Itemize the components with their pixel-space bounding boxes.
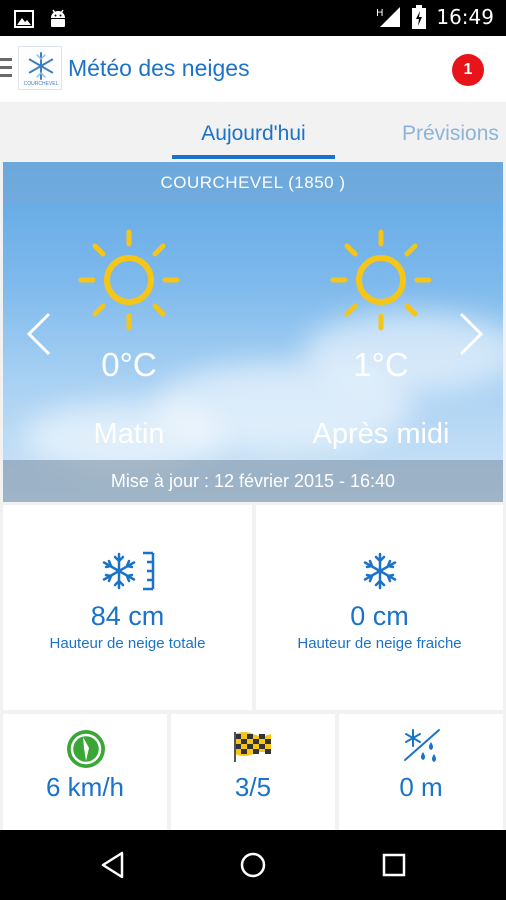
snow-limit-value: 0 m: [399, 772, 443, 802]
tab-bar: Aujourd'hui Prévisions: [0, 102, 506, 160]
weather-panel: COURCHEVEL (1850 ) 0°C 1°C Matin Après m…: [3, 162, 503, 502]
location-name: COURCHEVEL (1850 ): [3, 162, 503, 204]
sun-icon: [330, 229, 432, 331]
status-time: 16:49: [436, 5, 494, 29]
navigation-bar: [0, 830, 506, 900]
notification-badge[interactable]: 1: [452, 54, 484, 86]
wind-compass-icon: [67, 730, 105, 768]
battery-icon: [412, 5, 427, 29]
signal-icon: H: [376, 7, 401, 27]
app-title: Météo des neiges: [68, 55, 250, 81]
tab-indicator: [172, 155, 335, 159]
recents-icon[interactable]: [379, 850, 409, 880]
status-bar: H 16:49: [0, 0, 506, 36]
morning-temperature: 0°C: [101, 346, 157, 383]
snow-limit-card[interactable]: 0 m: [339, 714, 503, 830]
app-logo[interactable]: COURCHEVEL: [18, 46, 62, 90]
wind-card[interactable]: 6 km/h: [3, 714, 167, 830]
snow-gauge-icon: [102, 551, 155, 591]
snow-total-value: 84 cm: [90, 601, 165, 631]
snow-fresh-card[interactable]: 0 cm Hauteur de neige fraiche: [256, 505, 503, 710]
afternoon-label: Après midi: [312, 418, 450, 450]
app-bar: COURCHEVEL Météo des neiges 1: [0, 36, 506, 102]
snow-fresh-value: 0 cm: [350, 601, 409, 631]
snow-rain-icon: [404, 729, 440, 762]
sun-icon: [78, 229, 180, 331]
menu-icon[interactable]: [0, 58, 12, 80]
svg-text:H: H: [376, 8, 384, 19]
back-icon[interactable]: [98, 850, 128, 880]
snow-total-card[interactable]: 84 cm Hauteur de neige totale: [3, 505, 252, 710]
afternoon-temperature: 1°C: [353, 346, 409, 383]
checkered-flag-icon: [234, 732, 271, 762]
snow-total-label: Hauteur de neige totale: [49, 635, 206, 652]
ski-quality-card[interactable]: 3/5: [171, 714, 335, 830]
logo-text: COURCHEVEL: [23, 81, 59, 87]
android-icon: [51, 9, 65, 27]
ski-quality-value: 3/5: [234, 772, 272, 802]
snow-fresh-label: Hauteur de neige fraiche: [297, 635, 462, 652]
tab-today[interactable]: Aujourd'hui: [172, 122, 335, 146]
wind-value: 6 km/h: [45, 772, 125, 802]
update-timestamp: Mise à jour : 12 février 2015 - 16:40: [3, 460, 503, 502]
snowflake-icon: [363, 552, 397, 590]
image-icon: [14, 10, 34, 28]
morning-label: Matin: [93, 418, 165, 450]
home-icon[interactable]: [238, 850, 268, 880]
tab-forecast[interactable]: Prévisions: [402, 122, 499, 146]
